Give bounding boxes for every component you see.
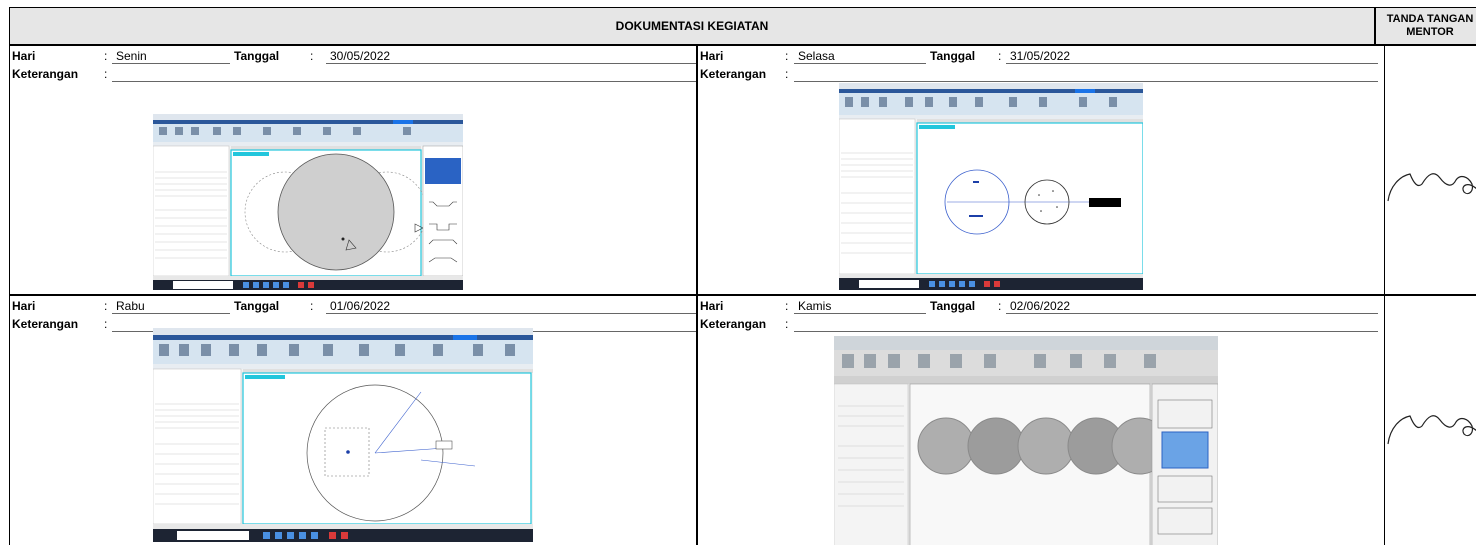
colon: :	[998, 299, 1002, 313]
date-label: Tanggal	[930, 49, 976, 63]
notes-underline	[112, 81, 696, 82]
notes-underline	[794, 331, 1378, 332]
colon: :	[785, 317, 789, 331]
date-label: Tanggal	[930, 299, 976, 313]
revit-pile-section-photo	[834, 336, 1218, 545]
date-value: 01/06/2022	[330, 299, 391, 313]
colon: :	[104, 49, 108, 63]
activity-entry: Hari : Rabu Tanggal : 01/06/2022 Keteran…	[9, 295, 697, 545]
day-underline	[112, 313, 230, 314]
colon: :	[785, 49, 789, 63]
colon: :	[785, 299, 789, 313]
colon: :	[104, 67, 108, 81]
date-value: 30/05/2022	[330, 49, 391, 63]
day-label: Hari	[700, 299, 724, 313]
date-underline	[1006, 63, 1378, 64]
signature-scribble	[1387, 415, 1476, 445]
day-label: Hari	[12, 299, 36, 313]
colon: :	[785, 67, 789, 81]
mentor-signature-cell	[1375, 45, 1476, 295]
day-label: Hari	[12, 49, 36, 63]
colon: :	[998, 49, 1002, 63]
colon: :	[104, 317, 108, 331]
mentor-header-line1: TANDA TANGAN	[1386, 13, 1474, 25]
colon: :	[310, 49, 314, 63]
date-underline	[326, 63, 696, 64]
date-label: Tanggal	[234, 299, 280, 313]
day-underline	[112, 63, 230, 64]
date-underline	[1006, 313, 1378, 314]
signature-scribble	[1387, 173, 1476, 202]
day-value: Selasa	[798, 49, 835, 63]
notes-label: Keterangan	[700, 317, 767, 331]
day-value: Senin	[116, 49, 147, 63]
mentor-signature-cell	[1375, 295, 1476, 545]
day-value: Rabu	[116, 299, 145, 313]
activity-entry: Hari : Senin Tanggal : 30/05/2022 Ketera…	[9, 45, 697, 295]
date-label: Tanggal	[234, 49, 280, 63]
notes-label: Keterangan	[12, 317, 79, 331]
colon: :	[310, 299, 314, 313]
date-underline	[326, 313, 696, 314]
day-underline	[794, 63, 926, 64]
revit-structural-plan-screenshot	[153, 328, 533, 542]
activity-entry: Hari : Kamis Tanggal : 02/06/2022 Ketera…	[697, 295, 1385, 545]
notes-label: Keterangan	[700, 67, 767, 81]
mentor-signature-header: TANDA TANGAN MENTOR	[1375, 7, 1476, 45]
activity-entry: Hari : Selasa Tanggal : 31/05/2022 Keter…	[697, 45, 1385, 295]
date-value: 02/06/2022	[1010, 299, 1071, 313]
sheet-title: DOKUMENTASI KEGIATAN	[9, 7, 1375, 45]
day-value: Kamis	[798, 299, 832, 313]
activity-documentation-sheet: DOKUMENTASI KEGIATAN TANDA TANGAN MENTOR…	[0, 0, 1476, 545]
notes-label: Keterangan	[12, 67, 79, 81]
notes-underline	[794, 81, 1378, 82]
revit-foundation-plan-screenshot	[153, 114, 463, 290]
date-value: 31/05/2022	[1010, 49, 1071, 63]
day-underline	[794, 313, 926, 314]
colon: :	[104, 299, 108, 313]
mentor-header-line2: MENTOR	[1406, 26, 1454, 38]
day-label: Hari	[700, 49, 724, 63]
revit-basement-plan-screenshot	[839, 83, 1143, 290]
